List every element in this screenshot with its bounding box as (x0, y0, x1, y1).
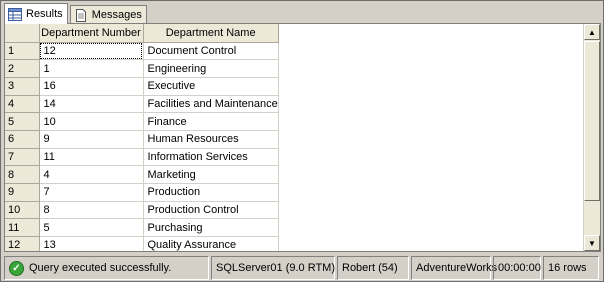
department-number-cell[interactable]: 8 (39, 201, 144, 220)
row-number-cell[interactable]: 10 (5, 201, 40, 220)
column-header-department-number[interactable]: Department Number (39, 24, 144, 43)
department-name-cell[interactable]: Purchasing (143, 218, 279, 238)
vertical-scrollbar[interactable]: ▲ ▼ (583, 24, 600, 251)
row-number-cell[interactable]: 6 (5, 130, 40, 149)
scroll-thumb[interactable] (584, 41, 600, 201)
row-number-cell[interactable]: 7 (5, 148, 40, 167)
status-user: Robert (54) (337, 256, 409, 280)
table-row[interactable]: 2 1 Engineering (5, 59, 279, 78)
results-table: Department Number Department Name 1 12 Doc… (5, 24, 279, 251)
tab-results-label: Results (26, 8, 63, 20)
row-number-cell[interactable]: 1 (5, 42, 40, 61)
department-name-cell[interactable]: Engineering (143, 59, 279, 78)
department-number-cell[interactable]: 4 (39, 165, 144, 184)
status-message: ✓ Query executed successfully. (4, 256, 209, 280)
table-row[interactable]: 8 4 Marketing (5, 165, 279, 184)
department-number-cell[interactable]: 7 (39, 183, 144, 202)
table-row[interactable]: 9 7 Production (5, 183, 279, 202)
table-row[interactable]: 10 8 Production Control (5, 201, 279, 220)
scroll-up-button[interactable]: ▲ (584, 24, 600, 40)
corner-cell[interactable] (5, 24, 40, 43)
status-elapsed: 00:00:00 (493, 256, 541, 280)
row-number-cell[interactable]: 8 (5, 165, 40, 184)
department-name-cell[interactable]: Facilities and Maintenance (143, 95, 279, 114)
status-database: AdventureWorks (411, 256, 497, 280)
tab-messages-label: Messages (91, 9, 142, 21)
department-name-cell[interactable]: Human Resources (143, 130, 279, 149)
tab-results[interactable]: Results (4, 3, 68, 24)
department-name-cell[interactable]: Finance (143, 112, 279, 131)
status-rowcount: 16 rows (543, 256, 599, 280)
table-row[interactable]: 11 5 Purchasing (5, 218, 279, 238)
scroll-down-button[interactable]: ▼ (584, 235, 600, 251)
table-row[interactable]: 4 14 Facilities and Maintenance (5, 95, 279, 114)
results-tabbar: Results Messages (4, 3, 149, 24)
department-number-cell[interactable]: 9 (39, 130, 144, 149)
department-name-cell[interactable]: Marketing (143, 165, 279, 184)
document-icon (74, 8, 88, 22)
row-number-cell[interactable]: 5 (5, 112, 40, 131)
table-row[interactable]: 3 16 Executive (5, 77, 279, 96)
status-message-text: Query executed successfully. (29, 262, 172, 274)
department-number-cell[interactable]: 16 (39, 77, 144, 96)
status-server: SQLServer01 (9.0 RTM) (211, 256, 335, 280)
arrow-up-icon: ▲ (588, 27, 596, 37)
results-grid[interactable]: Department Number Department Name 1 12 Doc… (4, 23, 601, 252)
row-number-cell[interactable]: 12 (5, 236, 40, 251)
success-check-icon: ✓ (9, 260, 24, 276)
column-header-department-name[interactable]: Department Name (143, 24, 279, 43)
table-row[interactable]: 6 9 Human Resources (5, 130, 279, 149)
department-name-cell[interactable]: Executive (143, 77, 279, 96)
department-name-cell[interactable]: Production (143, 183, 279, 202)
status-bar: ✓ Query executed successfully. SQLServer… (4, 256, 601, 280)
department-number-cell[interactable]: 12 (39, 42, 144, 61)
department-name-cell[interactable]: Information Services (143, 148, 279, 167)
row-number-cell[interactable]: 9 (5, 183, 40, 202)
table-row[interactable]: 7 11 Information Services (5, 148, 279, 167)
department-name-cell[interactable]: Production Control (143, 201, 279, 220)
row-number-cell[interactable]: 2 (5, 59, 40, 78)
arrow-down-icon: ▼ (588, 238, 596, 248)
row-number-cell[interactable]: 11 (5, 218, 40, 238)
table-row[interactable]: 12 13 Quality Assurance (5, 236, 279, 251)
department-number-cell[interactable]: 13 (39, 236, 144, 251)
department-name-cell[interactable]: Document Control (143, 42, 279, 61)
tab-messages[interactable]: Messages (69, 5, 147, 24)
department-name-cell[interactable]: Quality Assurance (143, 236, 279, 251)
table-row[interactable]: 1 12 Document Control (5, 42, 279, 61)
department-number-cell[interactable]: 5 (39, 218, 144, 238)
row-number-cell[interactable]: 3 (5, 77, 40, 96)
row-number-cell[interactable]: 4 (5, 95, 40, 114)
table-row[interactable]: 5 10 Finance (5, 112, 279, 131)
department-number-cell[interactable]: 14 (39, 95, 144, 114)
header-row: Department Number Department Name (5, 24, 279, 43)
results-pane: Results Messages Department Number Depar… (0, 0, 604, 282)
department-number-cell[interactable]: 11 (39, 148, 144, 167)
grid-icon (8, 7, 22, 21)
department-number-cell[interactable]: 1 (39, 59, 144, 78)
department-number-cell[interactable]: 10 (39, 112, 144, 131)
